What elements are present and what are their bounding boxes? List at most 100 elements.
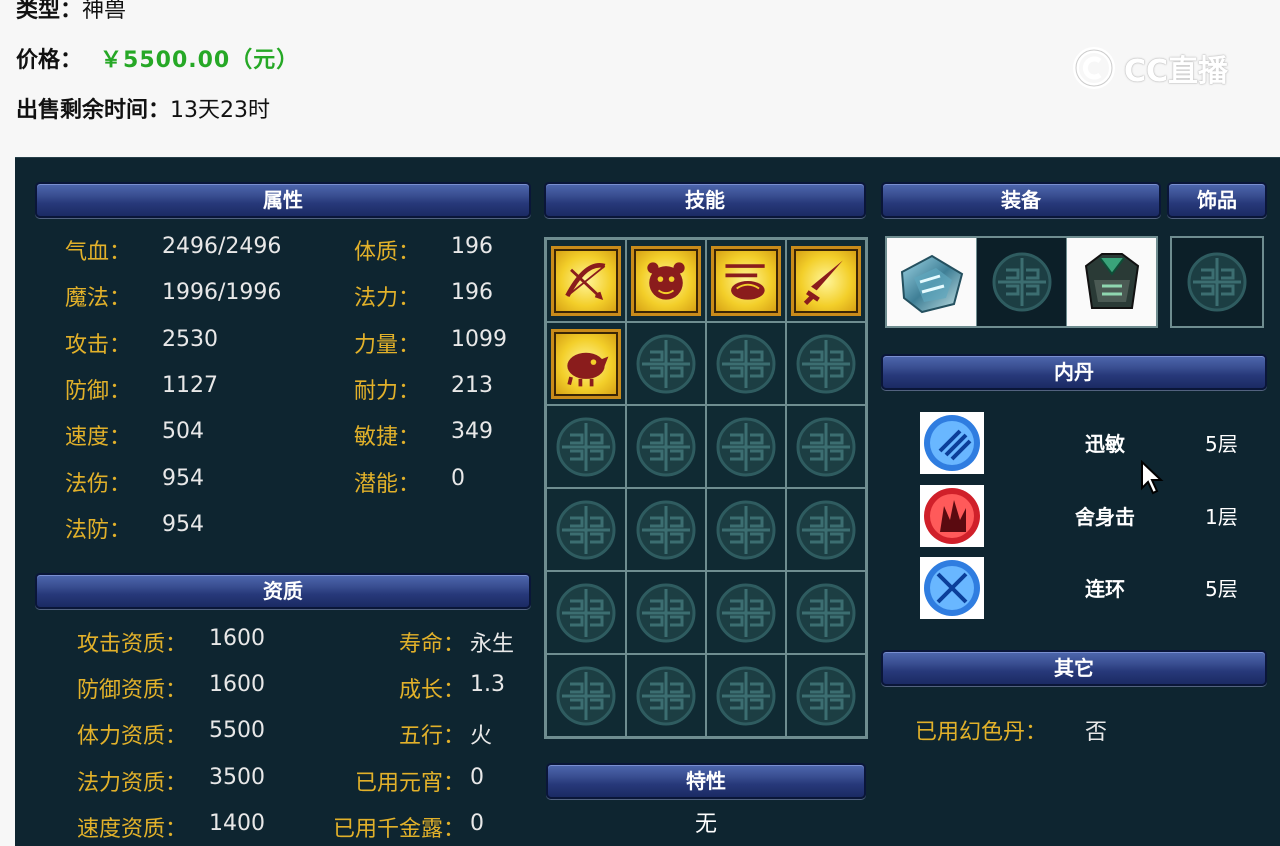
skill-slot[interactable] bbox=[706, 488, 786, 571]
empty-slot-icon bbox=[556, 500, 616, 559]
skill-slot[interactable] bbox=[786, 488, 866, 571]
equip-slot-1[interactable] bbox=[887, 238, 977, 326]
skill-slot[interactable] bbox=[546, 405, 626, 488]
equipment-header: 装备 bbox=[881, 182, 1161, 218]
skill-slot[interactable] bbox=[626, 571, 706, 654]
inner-dan-row[interactable]: 舍身击 1层 bbox=[920, 485, 1250, 549]
skill-slot[interactable] bbox=[786, 571, 866, 654]
attribute-value: 196 bbox=[451, 234, 493, 259]
skill-slot[interactable] bbox=[626, 654, 706, 737]
slash-dan-icon bbox=[920, 557, 984, 619]
skill-slot[interactable] bbox=[706, 405, 786, 488]
aptitude-label: 寿命： bbox=[398, 632, 465, 657]
mouse-cursor-icon bbox=[1141, 460, 1164, 495]
skill-slot[interactable] bbox=[626, 405, 706, 488]
skill-slot[interactable] bbox=[706, 239, 786, 322]
skill-slot[interactable] bbox=[706, 654, 786, 737]
time-value: 13天23时 bbox=[170, 98, 271, 123]
other-header: 其它 bbox=[881, 650, 1267, 686]
attribute-value: 2530 bbox=[162, 326, 218, 352]
armor-equipment-icon bbox=[1084, 253, 1139, 309]
aptitude-value: 3500 bbox=[209, 764, 265, 790]
aptitude-value: 0 bbox=[470, 764, 484, 790]
attribute-row: 力量： 1099 bbox=[354, 327, 507, 359]
beast-skill-icon bbox=[631, 245, 701, 316]
claw-dan-icon bbox=[920, 412, 984, 474]
empty-slot-icon bbox=[796, 500, 856, 559]
equip-slot-2[interactable] bbox=[977, 238, 1067, 326]
aptitude-row: 体力资质： 5500 bbox=[77, 718, 265, 750]
skill-slot[interactable] bbox=[786, 239, 866, 322]
attribute-row: 法力： 196 bbox=[354, 280, 493, 312]
inner-dan-row[interactable]: 迅敏 5层 bbox=[920, 412, 1250, 476]
price-label: 价格： bbox=[16, 48, 83, 73]
skill-slot[interactable] bbox=[626, 488, 706, 571]
attribute-row: 敏捷： 349 bbox=[354, 419, 493, 451]
trait-value: 无 bbox=[694, 812, 717, 837]
attribute-value: 0 bbox=[451, 465, 465, 491]
skill-slot[interactable] bbox=[546, 654, 626, 737]
skill-slot[interactable] bbox=[626, 239, 706, 322]
other-row: 已用幻色丹： 否 bbox=[915, 714, 1107, 746]
skill-slot[interactable] bbox=[786, 322, 866, 405]
empty-slot-icon bbox=[716, 666, 776, 725]
attribute-label: 法力： bbox=[354, 286, 421, 312]
attribute-label: 体质： bbox=[354, 240, 421, 265]
bracer-equipment-icon bbox=[900, 254, 963, 314]
empty-slot-icon bbox=[796, 666, 856, 725]
attribute-row: 耐力： 213 bbox=[354, 373, 493, 405]
inner-dan-row[interactable]: 连环 5层 bbox=[920, 557, 1250, 621]
attribute-row: 体质： 196 bbox=[354, 234, 493, 266]
aptitude-label: 速度资质： bbox=[77, 816, 188, 842]
skill-slot[interactable] bbox=[546, 488, 626, 571]
skill-slot[interactable] bbox=[546, 239, 626, 322]
aptitude-label: 已用千金露： bbox=[332, 816, 465, 842]
attribute-value: 954 bbox=[162, 511, 204, 537]
empty-slot-icon bbox=[796, 334, 856, 393]
attribute-row: 速度： 504 bbox=[65, 419, 204, 451]
empty-slot-icon bbox=[796, 417, 856, 476]
pet-type-line: 类型：神兽 bbox=[16, 0, 126, 24]
skill-slot[interactable] bbox=[626, 322, 706, 405]
time-line: 出售剩余时间：13天23时 bbox=[16, 92, 270, 124]
aptitude-value: 火 bbox=[470, 724, 493, 750]
skill-slot[interactable] bbox=[706, 322, 786, 405]
attribute-value: 954 bbox=[162, 465, 204, 491]
skill-slot[interactable] bbox=[706, 571, 786, 654]
aptitude-value: 5500 bbox=[209, 718, 265, 744]
fire-skill-icon bbox=[711, 245, 781, 316]
skill-slot[interactable] bbox=[786, 405, 866, 488]
watermark-text: CC直播 bbox=[1124, 54, 1229, 89]
aptitude-label: 五行： bbox=[398, 724, 465, 750]
attribute-row: 魔法： 1996/1996 bbox=[65, 280, 281, 312]
aptitude-value: 永生 bbox=[470, 632, 515, 657]
attribute-label: 魔法： bbox=[65, 286, 132, 312]
attribute-value: 196 bbox=[451, 280, 493, 306]
attribute-label: 法防： bbox=[65, 517, 132, 543]
equip-slot-3[interactable] bbox=[1067, 238, 1156, 326]
aptitude-value: 1400 bbox=[209, 810, 265, 836]
aptitude-header: 资质 bbox=[35, 573, 531, 609]
empty-slot-icon bbox=[796, 583, 856, 642]
aptitude-value: 1600 bbox=[209, 672, 265, 698]
attribute-row: 法伤： 954 bbox=[65, 466, 204, 498]
empty-slot-icon bbox=[992, 252, 1051, 312]
skill-slot[interactable] bbox=[546, 571, 626, 654]
inner-dan-level: 5层 bbox=[1205, 432, 1238, 456]
skill-slot[interactable] bbox=[546, 322, 626, 405]
attribute-label: 速度： bbox=[65, 425, 132, 451]
accessory-slot[interactable] bbox=[1170, 236, 1264, 328]
skills-header: 技能 bbox=[544, 182, 866, 218]
empty-slot-icon bbox=[636, 417, 696, 476]
empty-slot-icon bbox=[716, 417, 776, 476]
skill-slot[interactable] bbox=[786, 654, 866, 737]
empty-slot-icon bbox=[556, 583, 616, 642]
skills-grid bbox=[544, 237, 868, 739]
time-label: 出售剩余时间： bbox=[16, 98, 171, 123]
aptitude-label: 攻击资质： bbox=[77, 632, 188, 657]
attribute-label: 力量： bbox=[354, 332, 421, 358]
attribute-label: 潜能： bbox=[354, 471, 421, 497]
empty-slot-icon bbox=[716, 334, 776, 393]
attribute-row: 气血： 2496/2496 bbox=[65, 234, 281, 266]
empty-slot-icon bbox=[716, 583, 776, 642]
